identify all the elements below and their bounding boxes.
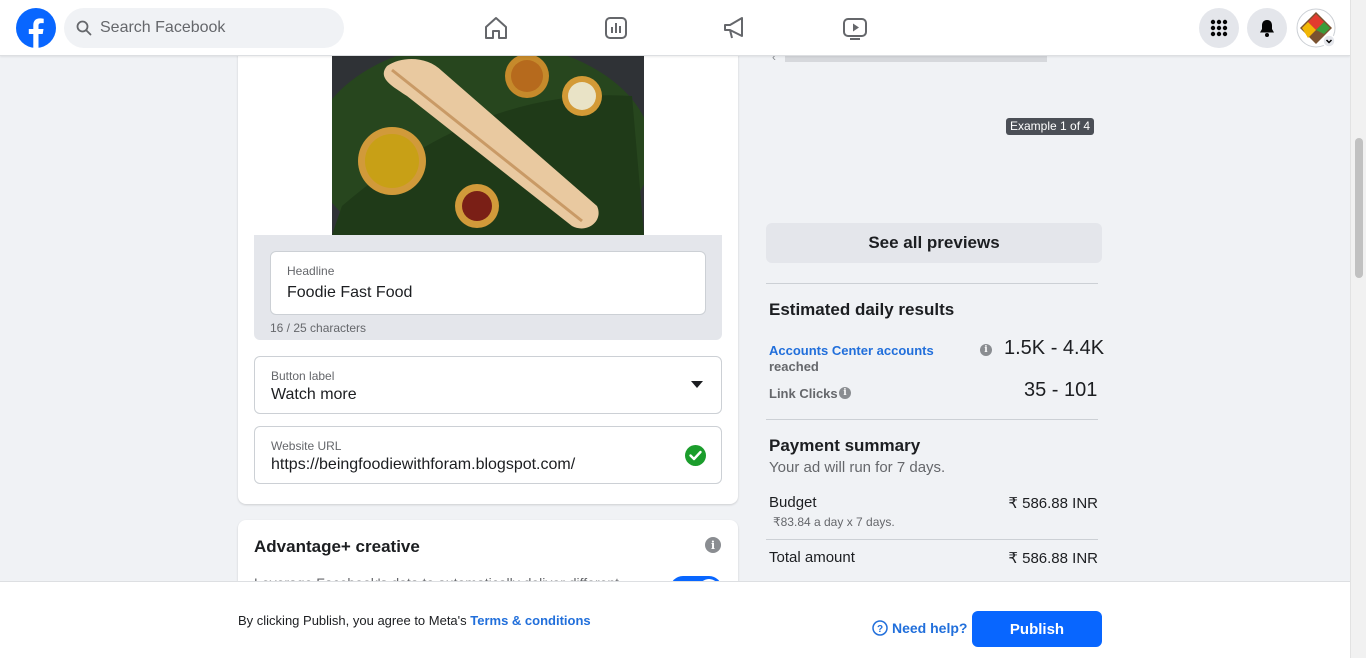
advantage-title: Advantage+ creative [254, 537, 420, 556]
payment-duration-text: Your ad will run for 7 days. [769, 459, 946, 476]
website-url-input[interactable]: https://beingfoodiewithforam.blogspot.co… [271, 456, 575, 474]
preview-carousel-strip [785, 56, 1047, 62]
website-url-label: Website URL [271, 439, 342, 453]
headline-field[interactable]: Headline Foodie Fast Food [270, 251, 706, 315]
link-clicks-value: 35 - 101 [1024, 379, 1098, 401]
website-url-field[interactable]: Website URL https://beingfoodiewithforam… [254, 426, 722, 484]
home-icon[interactable] [482, 14, 510, 42]
need-help-label: Need help? [892, 620, 968, 636]
search-input[interactable]: Search Facebook [100, 19, 225, 37]
terms-link[interactable]: Terms & conditions [470, 613, 590, 628]
question-icon: ? [872, 620, 888, 636]
top-navigation-bar: Search Facebook [0, 0, 1350, 56]
terms-agreement-text: By clicking Publish, you agree to Meta's… [238, 613, 591, 628]
button-label-value: Watch more [271, 386, 357, 403]
see-all-previews-button[interactable]: See all previews [766, 223, 1102, 263]
need-help-link[interactable]: ? Need help? [872, 620, 967, 636]
payment-summary-title: Payment summary [769, 436, 921, 455]
info-icon[interactable]: i [705, 537, 721, 553]
search-bar[interactable]: Search Facebook [64, 8, 344, 48]
terms-prefix: By clicking Publish, you agree to Meta's [238, 613, 471, 628]
divider [766, 539, 1098, 540]
divider [766, 283, 1098, 284]
search-icon [76, 20, 92, 36]
megaphone-icon[interactable] [721, 14, 749, 42]
dashboard-icon[interactable] [602, 14, 630, 42]
link-clicks-label: Link Clicks [769, 386, 838, 401]
estimated-results-title: Estimated daily results [769, 300, 955, 319]
bell-icon[interactable] [1247, 8, 1287, 48]
divider [766, 419, 1098, 420]
headline-input[interactable]: Foodie Fast Food [287, 284, 412, 302]
accounts-reached-label: reached [769, 359, 819, 374]
accounts-center-link[interactable]: Accounts Center accounts [769, 343, 934, 358]
budget-label: Budget [769, 494, 817, 511]
info-icon[interactable]: i [839, 387, 851, 399]
accounts-reached-value: 1.5K - 4.4K [1004, 337, 1105, 359]
budget-detail: ₹83.84 a day x 7 days. [773, 515, 895, 529]
publish-button[interactable]: Publish [972, 611, 1102, 647]
dropdown-arrow-icon [691, 381, 703, 388]
page-scrollbar[interactable] [1350, 0, 1366, 658]
facebook-logo-icon[interactable] [16, 8, 56, 48]
publish-footer: By clicking Publish, you agree to Meta's… [0, 581, 1350, 658]
total-amount-value: ₹ 586.88 INR [1008, 550, 1098, 567]
menu-grid-icon[interactable] [1199, 8, 1239, 48]
example-counter-badge: Example 1 of 4 [1006, 118, 1095, 135]
headline-char-counter: 16 / 25 characters [270, 321, 367, 335]
info-icon[interactable]: i [980, 344, 992, 356]
valid-check-icon [685, 445, 706, 466]
button-label-select[interactable]: Button label Watch more [254, 356, 722, 414]
budget-value: ₹ 586.88 INR [1008, 495, 1098, 512]
svg-text:?: ? [877, 624, 883, 635]
video-icon[interactable] [841, 14, 869, 42]
total-amount-label: Total amount [769, 549, 855, 566]
scrollbar-thumb[interactable] [1355, 138, 1363, 278]
ad-preview-image [332, 56, 644, 235]
profile-avatar[interactable] [1296, 8, 1336, 48]
button-label-label: Button label [271, 369, 335, 383]
headline-label: Headline [287, 264, 335, 278]
